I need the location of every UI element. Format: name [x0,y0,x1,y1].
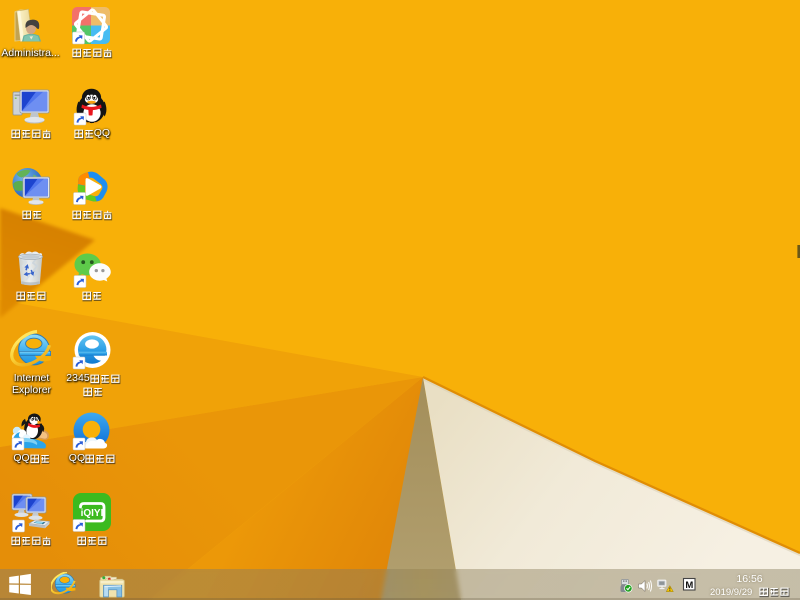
svg-text:M: M [685,580,693,591]
